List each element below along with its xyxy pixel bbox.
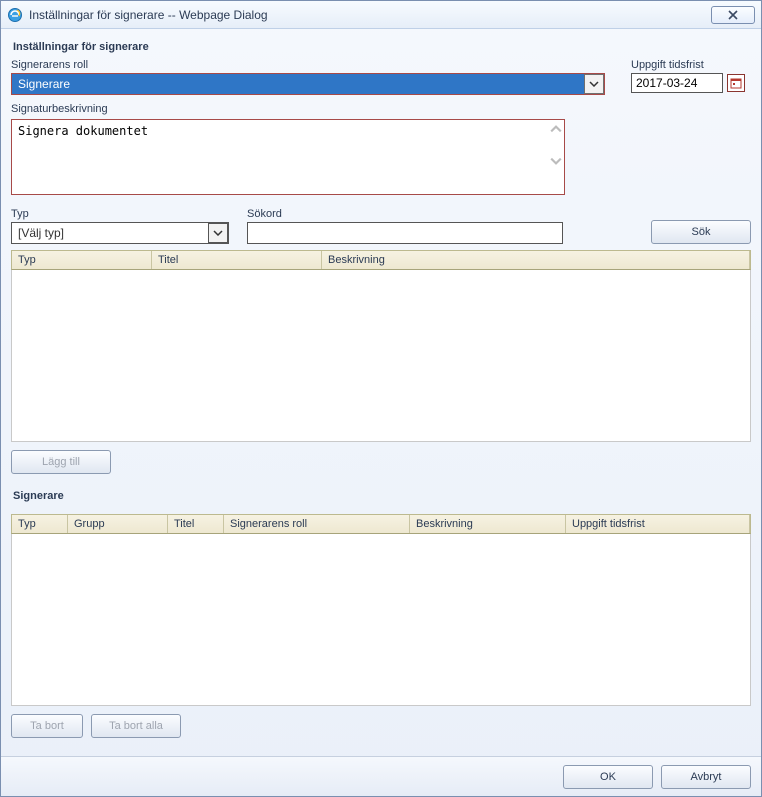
typ-select[interactable]: [Välj typ] bbox=[11, 222, 229, 244]
role-value: Signerare bbox=[12, 77, 584, 91]
search-button[interactable]: Sök bbox=[651, 220, 751, 244]
dialog-body: Inställningar för signerare Signerarens … bbox=[1, 29, 761, 756]
col2-tid: Uppgift tidsfrist bbox=[566, 515, 750, 533]
footer: OK Avbryt bbox=[1, 756, 761, 796]
col-beskr: Beskrivning bbox=[322, 251, 750, 269]
chevron-down-icon bbox=[208, 223, 228, 243]
remove-all-button[interactable]: Ta bort alla bbox=[91, 714, 181, 738]
col2-grupp: Grupp bbox=[68, 515, 168, 533]
role-select[interactable]: Signerare bbox=[11, 73, 605, 95]
deadline-label: Uppgift tidsfrist bbox=[631, 59, 751, 71]
typ-label: Typ bbox=[11, 208, 229, 220]
remove-button[interactable]: Ta bort bbox=[11, 714, 83, 738]
col-titel: Titel bbox=[152, 251, 322, 269]
col2-roll: Signerarens roll bbox=[224, 515, 410, 533]
description-textarea[interactable] bbox=[11, 119, 565, 195]
deadline-input[interactable] bbox=[631, 73, 723, 93]
results-body[interactable] bbox=[11, 270, 751, 442]
search-label: Sökord bbox=[247, 208, 563, 220]
col2-titel: Titel bbox=[168, 515, 224, 533]
titlebar: Inställningar för signerare -- Webpage D… bbox=[1, 1, 761, 29]
search-input[interactable] bbox=[247, 222, 563, 244]
signers-table: Typ Grupp Titel Signerarens roll Beskriv… bbox=[11, 514, 751, 706]
section1-heading: Inställningar för signerare bbox=[13, 41, 751, 53]
chevron-down-icon bbox=[584, 74, 604, 94]
cancel-button[interactable]: Avbryt bbox=[661, 765, 751, 789]
ie-icon bbox=[7, 7, 23, 23]
calendar-icon bbox=[730, 77, 742, 89]
results-table: Typ Titel Beskrivning bbox=[11, 250, 751, 442]
calendar-button[interactable] bbox=[727, 74, 745, 92]
close-icon bbox=[728, 10, 738, 20]
ok-button[interactable]: OK bbox=[563, 765, 653, 789]
add-button[interactable]: Lägg till bbox=[11, 450, 111, 474]
section2-heading: Signerare bbox=[13, 490, 751, 502]
col-typ: Typ bbox=[12, 251, 152, 269]
role-label: Signerarens roll bbox=[11, 59, 605, 71]
col2-typ: Typ bbox=[12, 515, 68, 533]
window-title: Inställningar för signerare -- Webpage D… bbox=[29, 8, 711, 22]
signers-body[interactable] bbox=[11, 534, 751, 706]
typ-value: [Välj typ] bbox=[12, 226, 208, 240]
dialog-window: Inställningar för signerare -- Webpage D… bbox=[0, 0, 762, 797]
description-label: Signaturbeskrivning bbox=[11, 103, 751, 115]
col2-beskr: Beskrivning bbox=[410, 515, 566, 533]
close-button[interactable] bbox=[711, 6, 755, 24]
